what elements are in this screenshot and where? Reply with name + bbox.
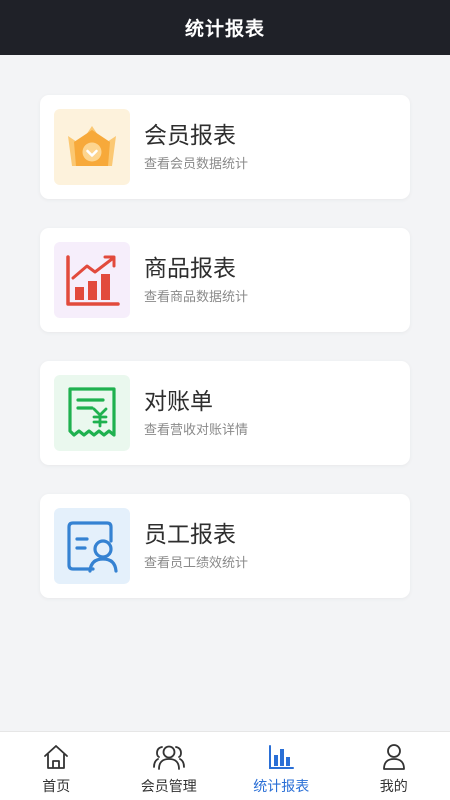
employee-card-icon <box>67 521 118 573</box>
tab-statistics[interactable]: 统计报表 <box>225 732 338 800</box>
member-report-title: 会员报表 <box>144 123 236 149</box>
member-report-card[interactable]: 会员报表 查看会员数据统计 <box>40 95 410 199</box>
product-report-icon-box <box>54 242 130 318</box>
member-report-icon-box <box>54 109 130 185</box>
statement-icon-box <box>54 375 130 451</box>
statement-card[interactable]: 对账单 查看营收对账详情 <box>40 361 410 465</box>
employee-report-card[interactable]: 员工报表 查看员工绩效统计 <box>40 494 410 598</box>
receipt-yen-icon <box>68 387 116 437</box>
employee-report-icon-box <box>54 508 130 584</box>
app-screen: 统计报表 会员报表 查看会员数据统计 商品报表 查看商品数据统计 对账单 查看营… <box>0 0 450 800</box>
tab-home-label: 首页 <box>42 779 71 795</box>
home-icon <box>44 745 69 769</box>
statement-subtitle: 查看营收对账详情 <box>144 423 249 438</box>
members-icon <box>152 745 185 770</box>
employee-report-subtitle: 查看员工绩效统计 <box>144 556 249 571</box>
profile-icon <box>382 744 405 770</box>
page-title: 统计报表 <box>0 0 450 55</box>
tab-statistics-label: 统计报表 <box>253 779 310 795</box>
product-report-card[interactable]: 商品报表 查看商品数据统计 <box>40 228 410 332</box>
bottom-tab-bar: 首页 会员管理 统计报表 我的 <box>0 731 450 800</box>
report-list: 会员报表 查看会员数据统计 商品报表 查看商品数据统计 对账单 查看营收对账详情… <box>40 95 410 627</box>
employee-report-title: 员工报表 <box>144 522 236 548</box>
member-report-subtitle: 查看会员数据统计 <box>144 157 249 172</box>
crown-icon <box>68 126 116 166</box>
statistics-icon <box>269 745 295 769</box>
tab-members[interactable]: 会员管理 <box>113 732 226 800</box>
tab-profile[interactable]: 我的 <box>338 732 450 800</box>
tab-home[interactable]: 首页 <box>0 732 113 800</box>
tab-profile-label: 我的 <box>379 779 408 795</box>
product-report-subtitle: 查看商品数据统计 <box>144 290 249 305</box>
bar-chart-trend-icon <box>66 255 120 306</box>
statement-title: 对账单 <box>144 389 213 415</box>
tab-members-label: 会员管理 <box>140 779 197 795</box>
product-report-title: 商品报表 <box>144 256 236 282</box>
